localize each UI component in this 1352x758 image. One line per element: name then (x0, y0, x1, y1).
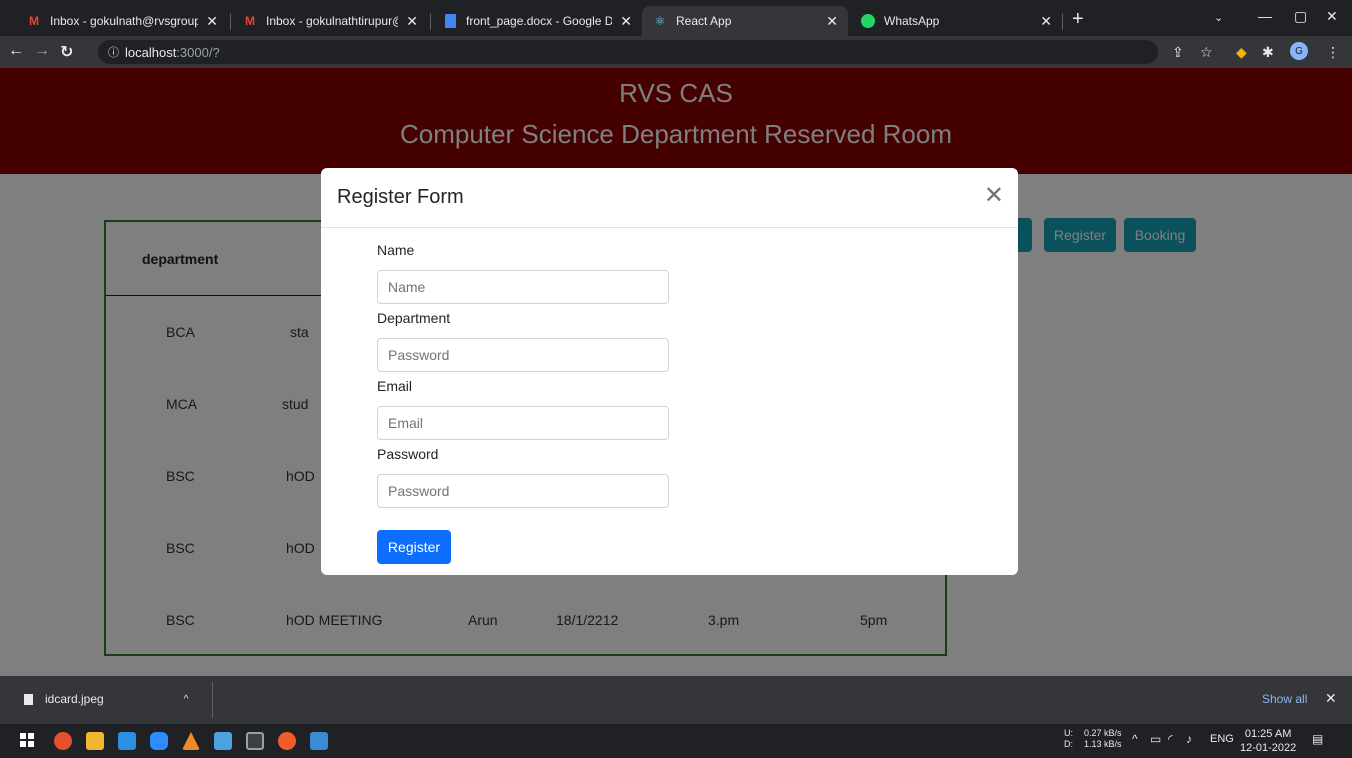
department-input[interactable] (377, 338, 669, 372)
password-label: Password (377, 446, 439, 462)
download-separator (212, 682, 213, 718)
postman-icon[interactable] (278, 732, 296, 750)
url-input[interactable]: ⓘ localhost:3000/? (98, 40, 1158, 64)
modal-title: Register Form (337, 186, 464, 208)
vscode-icon[interactable] (118, 732, 136, 750)
net-up-label: U: (1064, 728, 1073, 738)
close-icon[interactable]: ✕ (984, 184, 1004, 208)
tab-title: Inbox - gokulnath@rvsgroup.com (50, 14, 199, 28)
clock[interactable]: 01:25 AM 12-01-2022 (1240, 727, 1296, 755)
docs-icon (442, 14, 458, 28)
menu-icon[interactable]: ⋮ (1326, 44, 1340, 61)
wifi-icon[interactable]: ◜ (1168, 732, 1173, 746)
tab-separator (1062, 14, 1063, 30)
net-up: 0.27 kB/s (1084, 728, 1122, 738)
email-label: Email (377, 378, 413, 394)
url-host: localhost (125, 44, 177, 60)
name-label: Name (377, 242, 415, 258)
vlc-icon[interactable] (182, 732, 200, 750)
department-label: Department (377, 310, 451, 326)
chrome-icon[interactable] (54, 732, 72, 750)
close-icon[interactable]: ✕ (826, 13, 838, 30)
forward-icon[interactable]: → (34, 42, 50, 60)
show-all-link[interactable]: Show all (1262, 692, 1307, 706)
terminal-icon[interactable] (246, 732, 264, 750)
extension-icon[interactable]: ◆ (1236, 44, 1247, 61)
browser-tab-bar: M Inbox - gokulnath@rvsgroup.com ✕ M Inb… (0, 0, 1352, 36)
download-bar: idcard.jpeg ^ Show all ✕ (0, 676, 1352, 724)
tab-gmail-rvs[interactable]: M Inbox - gokulnath@rvsgroup.com ✕ (16, 6, 228, 36)
tab-react-app[interactable]: ⚛ React App ✕ (642, 6, 848, 36)
chevron-up-icon[interactable]: ^ (184, 694, 189, 705)
react-icon: ⚛ (654, 14, 666, 28)
whatsapp-icon (860, 14, 876, 28)
clock-date: 12-01-2022 (1240, 742, 1297, 754)
close-icon[interactable]: ✕ (206, 13, 218, 30)
gmail-icon: M (29, 14, 39, 28)
gmail-icon: M (245, 14, 255, 28)
file-explorer-icon[interactable] (86, 732, 104, 750)
email-input[interactable] (377, 406, 669, 440)
net-down: 1.13 kB/s (1084, 739, 1122, 749)
name-input[interactable] (377, 270, 669, 304)
tab-separator (230, 14, 231, 30)
windows-taskbar: U: D: 0.27 kB/s 1.13 kB/s ^ ▭ ◜ ♪ ENG 01:… (0, 724, 1352, 758)
reload-icon[interactable]: ↻ (60, 42, 73, 62)
window-close-icon[interactable]: ✕ (1326, 8, 1338, 25)
info-icon[interactable]: ⓘ (108, 44, 119, 60)
notification-icon[interactable]: ▤ (1312, 732, 1323, 746)
tab-title: Inbox - gokulnathtirupur@gmail. (266, 14, 398, 28)
tab-whatsapp[interactable]: WhatsApp ✕ (850, 6, 1062, 36)
tab-title: front_page.docx - Google Docs (466, 14, 613, 28)
profile-avatar[interactable]: G (1290, 42, 1308, 60)
register-modal: Register Form ✕ Name Department Email Pa… (321, 168, 1018, 575)
close-icon[interactable]: ✕ (1040, 13, 1052, 30)
clock-time: 01:25 AM (1244, 728, 1292, 740)
tab-separator (430, 14, 431, 30)
download-filename: idcard.jpeg (45, 692, 104, 706)
net-speed-labels: U: D: (1064, 728, 1073, 750)
share-icon[interactable]: ⇪ (1172, 44, 1184, 61)
net-down-label: D: (1064, 739, 1073, 749)
register-submit-button[interactable]: Register (377, 530, 451, 564)
new-tab-icon[interactable]: + (1072, 8, 1084, 31)
close-icon[interactable]: ✕ (1325, 690, 1337, 707)
close-icon[interactable]: ✕ (406, 13, 418, 30)
volume-icon[interactable]: ♪ (1186, 732, 1192, 746)
bookmark-star-icon[interactable]: ☆ (1200, 44, 1213, 61)
page-viewport: RVS CAS Computer Science Department Rese… (0, 68, 1352, 676)
file-icon (24, 693, 33, 705)
tab-title: WhatsApp (884, 14, 940, 28)
minimize-icon[interactable]: — (1258, 8, 1272, 24)
windows-start-icon[interactable] (20, 733, 34, 747)
app-icon[interactable] (214, 732, 232, 750)
back-icon[interactable]: ← (8, 42, 24, 60)
language-indicator[interactable]: ENG (1210, 733, 1234, 745)
tab-google-docs[interactable]: front_page.docx - Google Docs ✕ (432, 6, 642, 36)
extensions-puzzle-icon[interactable]: ✱ (1262, 44, 1274, 61)
photos-icon[interactable] (310, 732, 328, 750)
modal-header: Register Form ✕ (321, 168, 1018, 228)
close-icon[interactable]: ✕ (620, 13, 632, 30)
zoom-icon[interactable] (150, 732, 168, 750)
tab-gmail-personal[interactable]: M Inbox - gokulnathtirupur@gmail. ✕ (232, 6, 428, 36)
register-form: Name Department Email Password Register (377, 242, 669, 564)
net-speed: 0.27 kB/s 1.13 kB/s (1084, 728, 1122, 750)
url-path: :3000/? (176, 44, 220, 60)
download-item[interactable]: idcard.jpeg ^ (24, 692, 188, 706)
tab-title: React App (676, 14, 732, 28)
address-bar-row: ← → ↻ ⓘ localhost:3000/? ⇪ ☆ ◆ ✱ ⋮ (0, 36, 1352, 68)
password-input[interactable] (377, 474, 669, 508)
chevron-up-icon[interactable]: ^ (1132, 732, 1138, 746)
tab-search-icon[interactable]: ⌄ (1214, 11, 1223, 24)
battery-icon[interactable]: ▭ (1150, 732, 1161, 746)
maximize-icon[interactable]: ▢ (1294, 8, 1307, 25)
